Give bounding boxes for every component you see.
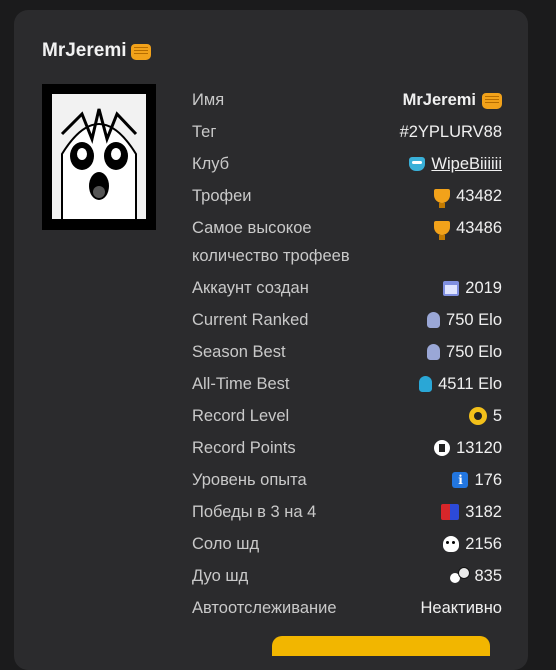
- stat-value: 43486: [434, 212, 502, 242]
- calendar-icon: [443, 280, 460, 296]
- stat-value-text: 2156: [465, 534, 502, 553]
- stat-value: i 176: [452, 471, 502, 490]
- stat-value-text: #2YPLURV88: [399, 122, 502, 141]
- stat-label: Аккаунт создан: [192, 278, 309, 297]
- stat-row-solo-showdown: Соло шд 2156: [192, 528, 502, 560]
- stat-value: 5: [468, 406, 502, 426]
- stat-row-record-level: Record Level 5: [192, 400, 502, 432]
- fist-icon: [482, 93, 502, 109]
- club-link-text[interactable]: WipeBiiiiii: [431, 155, 502, 174]
- stat-row-auto-tracking: Автоотслеживание Неактивно: [192, 592, 502, 624]
- stat-row-season-best: Season Best 750 Elo: [192, 336, 502, 368]
- stat-label: Дуо шд: [192, 566, 249, 585]
- stat-label: Record Points: [192, 438, 296, 457]
- stat-value-text: 750 Elo: [446, 342, 502, 361]
- stat-value-text: 2019: [465, 278, 502, 297]
- stat-row-3v3-wins: Победы в 3 на 4 3182: [192, 496, 502, 528]
- stat-row-name: Имя MrJeremi: [192, 84, 502, 116]
- stat-value: 13120: [434, 439, 502, 458]
- stat-row-tag: Тег #2YPLURV88: [192, 116, 502, 148]
- skull-icon: [443, 536, 460, 552]
- stat-row-club: Клуб WipeBiiiiii: [192, 148, 502, 180]
- stat-value-text: 4511 Elo: [438, 374, 502, 393]
- stat-value: 2019: [443, 279, 502, 298]
- stat-row-all-time-best: All-Time Best 4511 Elo: [192, 368, 502, 400]
- stat-label: Record Level: [192, 406, 290, 425]
- stat-value-text: 13120: [456, 438, 502, 457]
- stat-label: Тег: [192, 122, 217, 141]
- stat-label: Победы в 3 на 4: [192, 502, 317, 521]
- stat-value-text: MrJeremi: [402, 90, 476, 109]
- club-link[interactable]: WipeBiiiiii: [409, 155, 502, 174]
- stat-row-duo-showdown: Дуо шд 835: [192, 560, 502, 592]
- record-level-icon: [468, 407, 487, 425]
- stat-value: 3182: [441, 503, 502, 522]
- stat-row-highest-trophies: Самое высокое количество трофеев 43486: [192, 212, 502, 272]
- stat-value-text: 5: [492, 406, 502, 425]
- rank-icon: [427, 344, 441, 360]
- stat-value: MrJeremi: [403, 91, 502, 110]
- stat-label: Трофеи: [192, 186, 252, 205]
- stat-value-text: 43486: [456, 219, 502, 237]
- stat-row-experience-level: Уровень опыта i 176: [192, 464, 502, 496]
- profile-title: MrJeremi: [42, 40, 151, 62]
- stat-label: Соло шд: [192, 534, 260, 553]
- rank-icon: [419, 376, 433, 392]
- stat-label-line2: количество трофеев: [192, 247, 350, 265]
- stat-value: 750 Elo: [427, 343, 502, 362]
- club-icon: [409, 157, 426, 171]
- stat-value: 750 Elo: [427, 311, 502, 330]
- stat-value-text: 750 Elo: [446, 310, 502, 329]
- fist-icon: [130, 44, 151, 60]
- rank-icon: [427, 312, 441, 328]
- stat-value: #2YPLURV88: [400, 123, 502, 142]
- 3v3-icon: [441, 504, 460, 520]
- profile-name: MrJeremi: [42, 40, 127, 61]
- stat-label-line1: Самое высокое: [192, 219, 312, 237]
- info-icon: i: [452, 472, 469, 488]
- action-button[interactable]: [272, 636, 490, 656]
- stat-row-trophies: Трофеи 43482: [192, 180, 502, 212]
- stat-label: Current Ranked: [192, 310, 309, 329]
- stat-label: All-Time Best: [192, 374, 290, 393]
- avatar: [42, 84, 156, 230]
- stat-value-text: 835: [474, 566, 502, 585]
- profile-card: MrJeremi Имя MrJeremi Тег #2YPLURV88 Клу…: [14, 10, 528, 670]
- trophy-icon: [434, 189, 451, 208]
- stat-label: Автоотслеживание: [192, 598, 337, 617]
- stat-value-text: 43482: [456, 186, 502, 205]
- stat-row-current-ranked: Current Ranked 750 Elo: [192, 304, 502, 336]
- stat-value-text: Неактивно: [420, 598, 502, 617]
- stat-value: 4511 Elo: [419, 375, 502, 394]
- stat-value: 43482: [434, 186, 502, 208]
- record-points-icon: [434, 440, 451, 456]
- stat-label: Самое высокое количество трофеев: [192, 212, 350, 270]
- stat-value: 2156: [443, 535, 502, 554]
- stat-value-text: 3182: [465, 502, 502, 521]
- trophy-icon: [434, 221, 451, 240]
- stats-list: Имя MrJeremi Тег #2YPLURV88 Клуб WipeBii…: [192, 84, 502, 624]
- stat-value-text: 176: [474, 470, 502, 489]
- stat-label: Имя: [192, 90, 225, 109]
- stat-value: 835: [450, 567, 502, 586]
- stat-label: Уровень опыта: [192, 470, 307, 489]
- duo-skull-icon: [450, 567, 471, 585]
- stat-row-account-created: Аккаунт создан 2019: [192, 272, 502, 304]
- stat-value: Неактивно: [420, 599, 502, 618]
- stat-label: Season Best: [192, 342, 286, 361]
- stat-row-record-points: Record Points 13120: [192, 432, 502, 464]
- stat-label: Клуб: [192, 154, 230, 173]
